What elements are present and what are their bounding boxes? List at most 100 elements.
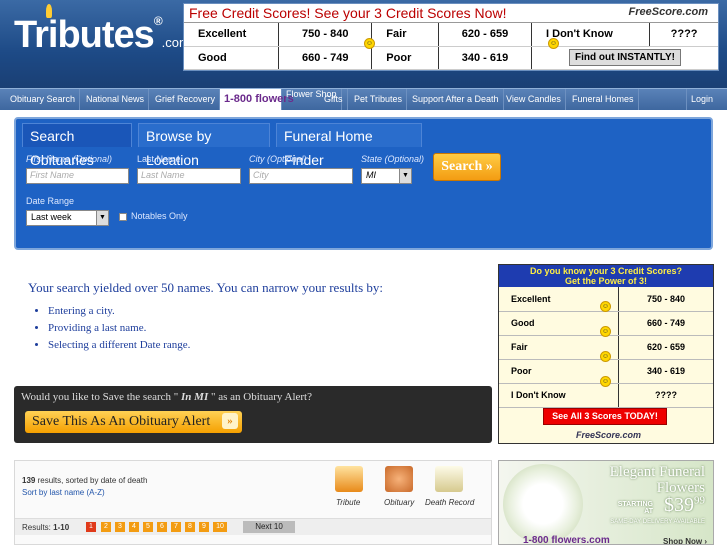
double-arrow-icon: » — [222, 413, 238, 429]
price: $3999 — [664, 494, 705, 516]
credit-score-banner-ad[interactable]: Free Credit Scores! See your 3 Credit Sc… — [183, 3, 719, 71]
ad-value: 750 - 840 — [278, 23, 373, 47]
date-range-label: Date Range — [26, 196, 75, 206]
narrow-results-list: Entering a city. Providing a last name. … — [34, 305, 190, 356]
funeral-flowers-ad[interactable]: Elegant Funeral Flowers STARTING AT $3999… — [498, 460, 714, 545]
1800flowers-logo: 1-800 flowers.com — [523, 535, 610, 545]
tribute-view-label[interactable]: Tribute — [336, 498, 360, 507]
results-panel: 139 results, sorted by date of death Sor… — [14, 460, 492, 545]
ad-value: 660 - 749 — [278, 46, 373, 70]
ad-value: 620 - 659 — [618, 335, 713, 360]
notables-only-checkbox[interactable] — [119, 213, 127, 221]
state-label: State (Optional) — [361, 154, 425, 164]
first-name-label: First Name (Optional) — [26, 154, 113, 164]
candle-icon[interactable] — [335, 466, 363, 492]
city-input[interactable]: City — [249, 168, 353, 184]
ad-value: 340 - 619 — [438, 46, 533, 70]
obituary-search-panel: Search Obituaries Browse by Location Fun… — [14, 117, 713, 250]
tributes-logo[interactable]: Tributes®.com — [14, 14, 190, 57]
smiley-icon: ☺ — [364, 38, 375, 49]
chevron-down-icon: ▼ — [96, 211, 108, 225]
nav-funeral-homes[interactable]: Funeral Homes — [568, 89, 639, 110]
city-label: City (Optional) — [249, 154, 307, 164]
flowers-icon[interactable] — [385, 466, 413, 492]
list-item: Selecting a different Date range. — [48, 339, 190, 351]
nav-grief-recovery[interactable]: Grief Recovery — [151, 89, 221, 110]
ad-label: Excellent — [184, 23, 280, 47]
page-link[interactable]: 2 — [101, 522, 111, 532]
date-range-select[interactable]: Last week ▼ — [26, 210, 109, 226]
results-count: 139 results, sorted by date of death — [22, 476, 148, 485]
smiley-icon: ☺ — [548, 38, 559, 49]
page-link[interactable]: 6 — [157, 522, 167, 532]
notables-only-label: Notables Only — [131, 211, 188, 221]
nav-1800flowers-logo[interactable]: 1-800 flowers — [220, 89, 294, 110]
page-link[interactable]: 8 — [185, 522, 195, 532]
nav-view-candles[interactable]: View Candles — [502, 89, 566, 110]
save-obituary-alert-button[interactable]: Save This As An Obituary Alert » — [25, 411, 242, 433]
starting-at-label: STARTING AT — [617, 501, 653, 515]
ad-label: I Don't Know — [499, 383, 620, 408]
alert-question: Would you like to Save the search " In M… — [21, 391, 312, 403]
results-headline: Your search yielded over 50 names. You c… — [28, 280, 384, 295]
ad-value: ???? — [649, 23, 718, 47]
page-link[interactable]: 9 — [199, 522, 209, 532]
chevron-down-icon: ▼ — [399, 169, 411, 183]
smiley-icon: ☺ — [600, 351, 611, 362]
page-link[interactable]: 3 — [115, 522, 125, 532]
nav-obituary-search[interactable]: Obituary Search — [6, 89, 81, 110]
ad-title: Free Credit Scores! See your 3 Credit Sc… — [189, 5, 507, 21]
death-record-view-label[interactable]: Death Record — [425, 498, 474, 507]
list-item: Providing a last name. — [48, 322, 190, 334]
ad-label: Poor — [371, 46, 439, 70]
nav-gifts[interactable]: Gifts — [320, 89, 348, 110]
ad-label: Fair — [371, 23, 439, 47]
tab-funeral-home-finder[interactable]: Funeral Home Finder — [276, 123, 422, 168]
page-link[interactable]: 1 — [86, 522, 96, 532]
nav-login[interactable]: Login — [686, 89, 717, 110]
tab-search-obituaries[interactable]: Search Obituaries — [22, 123, 132, 168]
obituary-alert-bar: Would you like to Save the search " In M… — [14, 386, 492, 443]
last-name-label: Last Name — [137, 154, 181, 164]
ad-header: Do you know your 3 Credit Scores? Get th… — [499, 265, 713, 287]
freescore-logo: FreeScore.com — [575, 430, 641, 440]
next-page-button[interactable]: Next 10 — [243, 521, 295, 533]
smiley-icon: ☺ — [600, 376, 611, 387]
find-out-instantly-button[interactable]: Find out INSTANTLY! — [569, 49, 682, 66]
credit-score-side-ad[interactable]: Do you know your 3 Credit Scores? Get th… — [498, 264, 714, 444]
flower-bouquet-image — [503, 464, 583, 544]
ad-title: Elegant Funeral Flowers — [609, 464, 705, 496]
see-all-scores-button[interactable]: See All 3 Scores TODAY! — [543, 408, 667, 425]
document-icon[interactable] — [435, 466, 463, 492]
ad-label: Good — [184, 46, 280, 70]
shop-now-link[interactable]: Shop Now › — [663, 537, 707, 544]
list-item: Entering a city. — [48, 305, 190, 317]
sort-by-last-name-link[interactable]: Sort by last name (A-Z) — [22, 488, 105, 497]
site-header: Tributes®.com Free Credit Scores! See yo… — [0, 0, 727, 88]
state-select[interactable]: MI ▼ — [361, 168, 412, 184]
ad-value: 340 - 619 — [618, 359, 713, 384]
pagination: Results: 1-10 1 2 3 4 5 6 7 8 9 10 Next … — [15, 518, 491, 535]
smiley-icon: ☺ — [600, 301, 611, 312]
ad-value: 750 - 840 — [618, 287, 713, 312]
ad-value: ???? — [618, 383, 713, 408]
last-name-input[interactable]: Last Name — [137, 168, 241, 184]
obituary-view-label[interactable]: Obituary — [384, 498, 414, 507]
first-name-input[interactable]: First Name — [26, 168, 129, 184]
page-link[interactable]: 5 — [143, 522, 153, 532]
tab-browse-by-location[interactable]: Browse by Location — [138, 123, 270, 168]
results-range: Results: 1-10 — [22, 523, 70, 532]
nav-pet-tributes[interactable]: Pet Tributes — [350, 89, 408, 110]
page-link[interactable]: 4 — [129, 522, 139, 532]
smiley-icon: ☺ — [600, 326, 611, 337]
page-link[interactable]: 7 — [171, 522, 181, 532]
main-nav: Obituary Search National News Grief Reco… — [0, 88, 727, 110]
freescore-logo: FreeScore.com — [628, 6, 708, 18]
ad-value: 660 - 749 — [618, 311, 713, 336]
nav-national-news[interactable]: National News — [82, 89, 150, 110]
nav-support-after-death[interactable]: Support After a Death — [408, 89, 504, 110]
page-link[interactable]: 10 — [213, 522, 227, 532]
ad-value: 620 - 659 — [438, 23, 533, 47]
search-button[interactable]: Search » — [433, 153, 501, 181]
delivery-note: SAME-DAY DELIVERY AVAILABLE — [610, 519, 705, 525]
